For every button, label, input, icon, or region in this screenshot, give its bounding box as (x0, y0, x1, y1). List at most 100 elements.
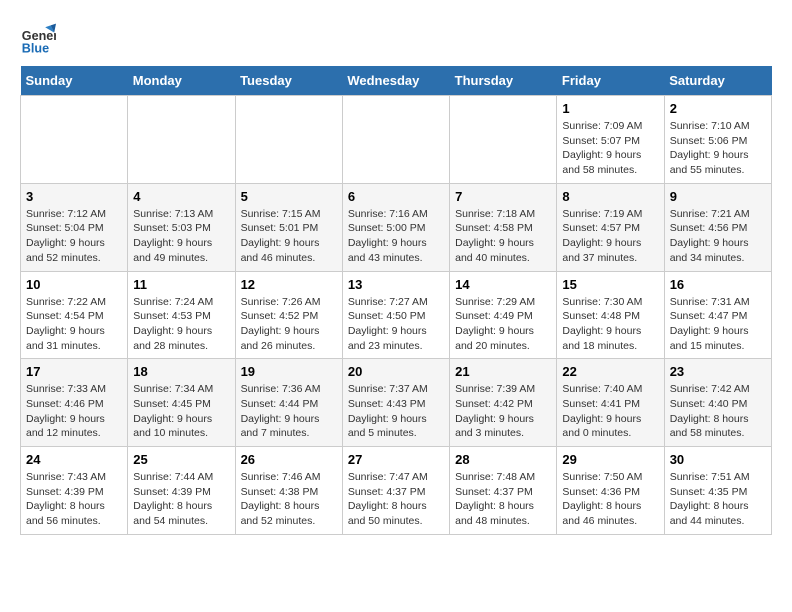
day-info: Sunrise: 7:50 AM Sunset: 4:36 PM Dayligh… (562, 470, 658, 529)
day-number: 2 (670, 101, 766, 116)
day-number: 17 (26, 364, 122, 379)
day-info: Sunrise: 7:12 AM Sunset: 5:04 PM Dayligh… (26, 207, 122, 266)
calendar-day-19: 19 Sunrise: 7:36 AM Sunset: 4:44 PM Dayli… (235, 359, 342, 447)
calendar-week-row-5: 24 Sunrise: 7:43 AM Sunset: 4:39 PM Dayli… (21, 447, 772, 535)
day-number: 26 (241, 452, 337, 467)
calendar-empty-cell (450, 96, 557, 184)
day-info: Sunrise: 7:43 AM Sunset: 4:39 PM Dayligh… (26, 470, 122, 529)
day-info: Sunrise: 7:09 AM Sunset: 5:07 PM Dayligh… (562, 119, 658, 178)
header: General Blue (20, 20, 772, 56)
calendar-day-7: 7 Sunrise: 7:18 AM Sunset: 4:58 PM Daylig… (450, 183, 557, 271)
calendar-day-23: 23 Sunrise: 7:42 AM Sunset: 4:40 PM Dayli… (664, 359, 771, 447)
day-info: Sunrise: 7:37 AM Sunset: 4:43 PM Dayligh… (348, 382, 444, 441)
day-number: 3 (26, 189, 122, 204)
day-number: 19 (241, 364, 337, 379)
day-number: 30 (670, 452, 766, 467)
calendar-table: SundayMondayTuesdayWednesdayThursdayFrid… (20, 66, 772, 535)
calendar-day-21: 21 Sunrise: 7:39 AM Sunset: 4:42 PM Dayli… (450, 359, 557, 447)
calendar-empty-cell (342, 96, 449, 184)
day-number: 28 (455, 452, 551, 467)
weekday-header-wednesday: Wednesday (342, 66, 449, 96)
day-info: Sunrise: 7:42 AM Sunset: 4:40 PM Dayligh… (670, 382, 766, 441)
day-info: Sunrise: 7:13 AM Sunset: 5:03 PM Dayligh… (133, 207, 229, 266)
calendar-day-27: 27Sunrise: 7:47 AM Sunset: 4:37 PM Dayli… (342, 447, 449, 535)
day-number: 15 (562, 277, 658, 292)
day-info: Sunrise: 7:36 AM Sunset: 4:44 PM Dayligh… (241, 382, 337, 441)
day-number: 27 (348, 452, 444, 467)
day-number: 18 (133, 364, 229, 379)
day-number: 16 (670, 277, 766, 292)
logo-icon: General Blue (20, 20, 56, 56)
day-number: 8 (562, 189, 658, 204)
day-info: Sunrise: 7:34 AM Sunset: 4:45 PM Dayligh… (133, 382, 229, 441)
day-number: 29 (562, 452, 658, 467)
weekday-header-row: SundayMondayTuesdayWednesdayThursdayFrid… (21, 66, 772, 96)
day-info: Sunrise: 7:30 AM Sunset: 4:48 PM Dayligh… (562, 295, 658, 354)
calendar-day-16: 16 Sunrise: 7:31 AM Sunset: 4:47 PM Dayli… (664, 271, 771, 359)
calendar-day-18: 18 Sunrise: 7:34 AM Sunset: 4:45 PM Dayli… (128, 359, 235, 447)
day-info: Sunrise: 7:48 AM Sunset: 4:37 PM Dayligh… (455, 470, 551, 529)
calendar-day-1: 1Sunrise: 7:09 AM Sunset: 5:07 PM Daylig… (557, 96, 664, 184)
calendar-week-row-4: 17 Sunrise: 7:33 AM Sunset: 4:46 PM Dayli… (21, 359, 772, 447)
calendar-day-11: 11Sunrise: 7:24 AM Sunset: 4:53 PM Dayli… (128, 271, 235, 359)
calendar-day-12: 12 Sunrise: 7:26 AM Sunset: 4:52 PM Dayli… (235, 271, 342, 359)
calendar-day-29: 29 Sunrise: 7:50 AM Sunset: 4:36 PM Dayli… (557, 447, 664, 535)
day-info: Sunrise: 7:24 AM Sunset: 4:53 PM Dayligh… (133, 295, 229, 354)
weekday-header-saturday: Saturday (664, 66, 771, 96)
calendar-day-9: 9 Sunrise: 7:21 AM Sunset: 4:56 PM Daylig… (664, 183, 771, 271)
day-number: 24 (26, 452, 122, 467)
day-number: 21 (455, 364, 551, 379)
weekday-header-monday: Monday (128, 66, 235, 96)
calendar-day-28: 28 Sunrise: 7:48 AM Sunset: 4:37 PM Dayli… (450, 447, 557, 535)
day-info: Sunrise: 7:18 AM Sunset: 4:58 PM Dayligh… (455, 207, 551, 266)
day-number: 13 (348, 277, 444, 292)
calendar-week-row-3: 10Sunrise: 7:22 AM Sunset: 4:54 PM Dayli… (21, 271, 772, 359)
calendar-week-row-1: 1Sunrise: 7:09 AM Sunset: 5:07 PM Daylig… (21, 96, 772, 184)
day-info: Sunrise: 7:29 AM Sunset: 4:49 PM Dayligh… (455, 295, 551, 354)
day-number: 12 (241, 277, 337, 292)
day-number: 20 (348, 364, 444, 379)
day-number: 23 (670, 364, 766, 379)
calendar-day-17: 17 Sunrise: 7:33 AM Sunset: 4:46 PM Dayli… (21, 359, 128, 447)
day-info: Sunrise: 7:40 AM Sunset: 4:41 PM Dayligh… (562, 382, 658, 441)
day-info: Sunrise: 7:33 AM Sunset: 4:46 PM Dayligh… (26, 382, 122, 441)
weekday-header-tuesday: Tuesday (235, 66, 342, 96)
day-info: Sunrise: 7:26 AM Sunset: 4:52 PM Dayligh… (241, 295, 337, 354)
calendar-day-15: 15 Sunrise: 7:30 AM Sunset: 4:48 PM Dayli… (557, 271, 664, 359)
calendar-day-26: 26Sunrise: 7:46 AM Sunset: 4:38 PM Dayli… (235, 447, 342, 535)
calendar-week-row-2: 3 Sunrise: 7:12 AM Sunset: 5:04 PM Daylig… (21, 183, 772, 271)
calendar-empty-cell (128, 96, 235, 184)
calendar-day-6: 6 Sunrise: 7:16 AM Sunset: 5:00 PM Daylig… (342, 183, 449, 271)
day-info: Sunrise: 7:31 AM Sunset: 4:47 PM Dayligh… (670, 295, 766, 354)
day-info: Sunrise: 7:21 AM Sunset: 4:56 PM Dayligh… (670, 207, 766, 266)
day-info: Sunrise: 7:51 AM Sunset: 4:35 PM Dayligh… (670, 470, 766, 529)
day-number: 9 (670, 189, 766, 204)
calendar-day-14: 14 Sunrise: 7:29 AM Sunset: 4:49 PM Dayli… (450, 271, 557, 359)
calendar-day-2: 2 Sunrise: 7:10 AM Sunset: 5:06 PM Daylig… (664, 96, 771, 184)
day-info: Sunrise: 7:10 AM Sunset: 5:06 PM Dayligh… (670, 119, 766, 178)
logo: General Blue (20, 20, 62, 56)
calendar-day-24: 24 Sunrise: 7:43 AM Sunset: 4:39 PM Dayli… (21, 447, 128, 535)
day-number: 7 (455, 189, 551, 204)
calendar-day-8: 8 Sunrise: 7:19 AM Sunset: 4:57 PM Daylig… (557, 183, 664, 271)
day-number: 4 (133, 189, 229, 204)
weekday-header-friday: Friday (557, 66, 664, 96)
calendar-day-30: 30 Sunrise: 7:51 AM Sunset: 4:35 PM Dayli… (664, 447, 771, 535)
calendar-day-25: 25Sunrise: 7:44 AM Sunset: 4:39 PM Dayli… (128, 447, 235, 535)
calendar-day-20: 20 Sunrise: 7:37 AM Sunset: 4:43 PM Dayli… (342, 359, 449, 447)
svg-text:Blue: Blue (22, 41, 49, 55)
day-number: 22 (562, 364, 658, 379)
calendar-day-3: 3 Sunrise: 7:12 AM Sunset: 5:04 PM Daylig… (21, 183, 128, 271)
day-number: 14 (455, 277, 551, 292)
day-number: 6 (348, 189, 444, 204)
day-number: 10 (26, 277, 122, 292)
day-info: Sunrise: 7:39 AM Sunset: 4:42 PM Dayligh… (455, 382, 551, 441)
day-info: Sunrise: 7:44 AM Sunset: 4:39 PM Dayligh… (133, 470, 229, 529)
calendar-day-22: 22 Sunrise: 7:40 AM Sunset: 4:41 PM Dayli… (557, 359, 664, 447)
calendar-day-5: 5Sunrise: 7:15 AM Sunset: 5:01 PM Daylig… (235, 183, 342, 271)
calendar-day-13: 13Sunrise: 7:27 AM Sunset: 4:50 PM Dayli… (342, 271, 449, 359)
day-info: Sunrise: 7:16 AM Sunset: 5:00 PM Dayligh… (348, 207, 444, 266)
day-info: Sunrise: 7:19 AM Sunset: 4:57 PM Dayligh… (562, 207, 658, 266)
weekday-header-sunday: Sunday (21, 66, 128, 96)
calendar-day-10: 10Sunrise: 7:22 AM Sunset: 4:54 PM Dayli… (21, 271, 128, 359)
